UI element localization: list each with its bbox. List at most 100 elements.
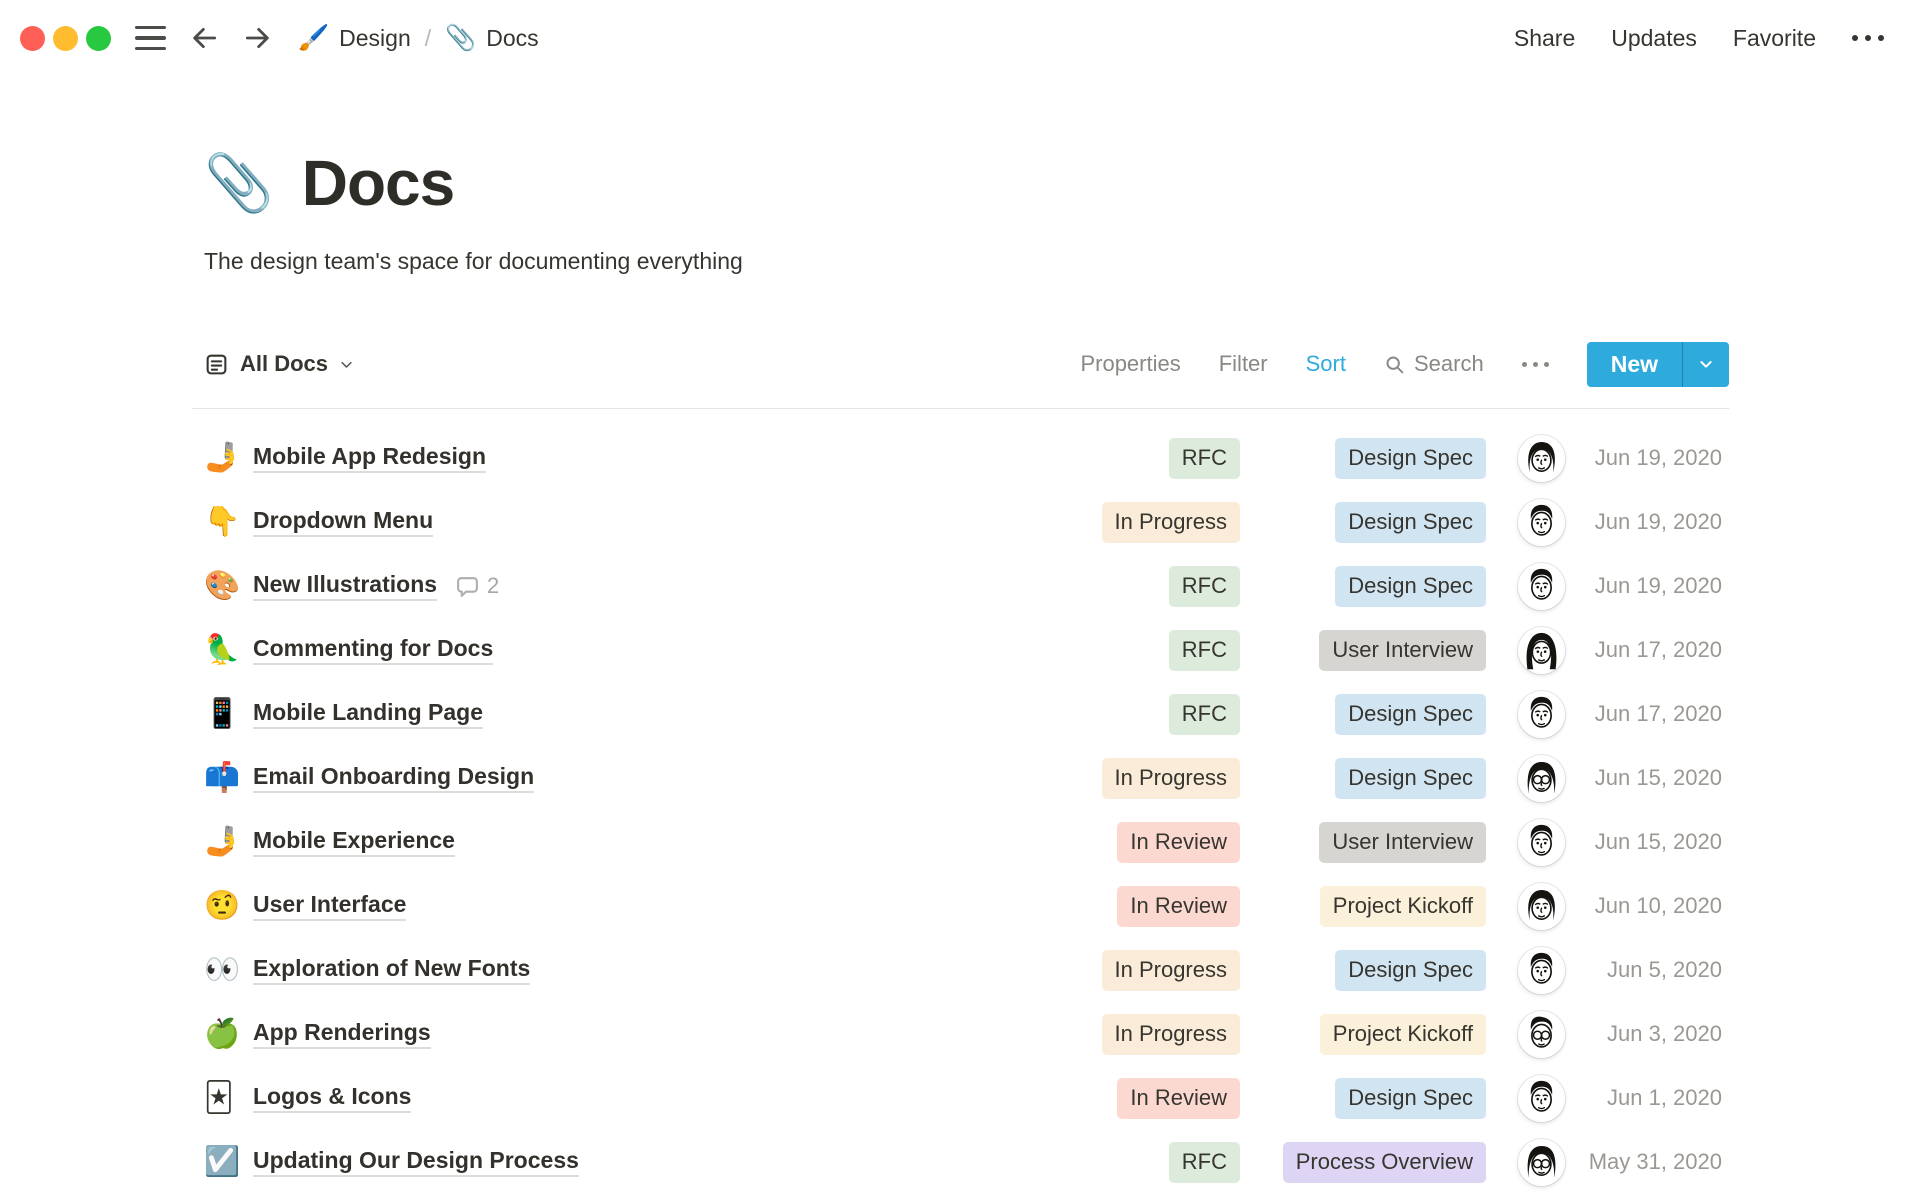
new-dropdown-button[interactable] <box>1683 342 1729 387</box>
properties-button[interactable]: Properties <box>1080 351 1180 377</box>
doc-type-cell: Design Spec <box>1267 437 1486 479</box>
doc-row[interactable]: 👀 Exploration of New Fonts In Progress D… <box>192 938 1729 1002</box>
search-button[interactable]: Search <box>1384 351 1484 377</box>
doc-title-link[interactable]: New Illustrations <box>253 571 438 601</box>
status-cell: RFC <box>1062 629 1240 671</box>
doc-type-cell: Project Kickoff <box>1267 1013 1486 1055</box>
window-topbar: 🖌️ Design / 📎 Docs Share Updates Favorit… <box>0 0 1920 76</box>
doc-type-tag: Design Spec <box>1335 501 1486 543</box>
doc-type-tag: Design Spec <box>1335 1077 1486 1119</box>
comment-count: 2 <box>487 573 500 598</box>
page-description: The design team's space for documenting … <box>204 248 743 274</box>
doc-row[interactable]: 📫 Email Onboarding Design In Progress De… <box>192 746 1729 810</box>
doc-date: Jun 19, 2020 <box>1594 445 1722 470</box>
doc-row[interactable]: 🤳 Mobile App Redesign RFC Design Spec Ju… <box>192 426 1729 490</box>
doc-row[interactable]: 🤨 User Interface In Review Project Kicko… <box>192 874 1729 938</box>
status-tag: In Progress <box>1101 501 1240 543</box>
doc-type-cell: Project Kickoff <box>1267 885 1486 927</box>
doc-row[interactable]: 🤳 Mobile Experience In Review User Inter… <box>192 810 1729 874</box>
avatar <box>1518 946 1565 994</box>
doc-row[interactable]: ☑️ Updating Our Design Process RFC Proce… <box>192 1130 1729 1194</box>
doc-title-link[interactable]: Mobile Landing Page <box>253 699 484 729</box>
doc-row[interactable]: 🍏 App Renderings In Progress Project Kic… <box>192 1002 1729 1066</box>
doc-title-link[interactable]: Mobile App Redesign <box>253 443 486 473</box>
doc-emoji-icon: ☑️ <box>204 1145 241 1178</box>
doc-type-tag: Project Kickoff <box>1319 1013 1486 1055</box>
avatar <box>1518 1138 1565 1186</box>
doc-emoji-icon: 🦜 <box>204 633 241 666</box>
favorite-button[interactable]: Favorite <box>1733 25 1816 52</box>
status-cell: RFC <box>1062 565 1240 607</box>
doc-date: Jun 10, 2020 <box>1594 893 1722 918</box>
share-button[interactable]: Share <box>1514 25 1575 52</box>
status-cell: In Review <box>1062 1077 1240 1119</box>
doc-row[interactable]: 🎨 New Illustrations 2 RFC Design Spec Ju… <box>192 554 1729 618</box>
doc-title-link[interactable]: Mobile Experience <box>253 827 455 857</box>
breadcrumb: 🖌️ Design / 📎 Docs <box>298 24 539 53</box>
doc-title-link[interactable]: Logos & Icons <box>253 1083 412 1113</box>
forward-arrow-icon[interactable] <box>242 22 274 54</box>
updates-button[interactable]: Updates <box>1611 25 1697 52</box>
doc-date: May 31, 2020 <box>1588 1149 1722 1174</box>
doc-emoji-icon: 🤳 <box>204 825 241 858</box>
status-tag: In Review <box>1117 1077 1240 1119</box>
new-button-group: New <box>1586 341 1729 387</box>
chevron-down-icon <box>339 357 354 372</box>
doc-title-link[interactable]: Commenting for Docs <box>253 635 494 665</box>
status-cell: RFC <box>1062 693 1240 735</box>
doc-emoji-icon: 🍏 <box>204 1017 241 1050</box>
status-tag: RFC <box>1168 565 1240 607</box>
sort-button[interactable]: Sort <box>1306 351 1346 377</box>
doc-row[interactable]: 🃏 Logos & Icons In Review Design Spec Ju… <box>192 1066 1729 1130</box>
doc-list: 🤳 Mobile App Redesign RFC Design Spec Ju… <box>192 409 1729 1194</box>
filter-button[interactable]: Filter <box>1219 351 1268 377</box>
close-window-button[interactable] <box>20 25 45 51</box>
doc-row[interactable]: 👇 Dropdown Menu In Progress Design Spec … <box>192 490 1729 554</box>
doc-type-cell: Design Spec <box>1267 501 1486 543</box>
back-arrow-icon[interactable] <box>188 22 220 54</box>
doc-row[interactable]: 🦜 Commenting for Docs RFC User Interview… <box>192 618 1729 682</box>
doc-type-cell: User Interview <box>1267 821 1486 863</box>
status-tag: RFC <box>1168 437 1240 479</box>
breadcrumb-section[interactable]: Design <box>339 25 411 52</box>
doc-type-tag: Design Spec <box>1335 565 1486 607</box>
minimize-window-button[interactable] <box>53 25 78 51</box>
traffic-lights <box>20 25 111 51</box>
doc-row[interactable]: 📱 Mobile Landing Page RFC Design Spec Ju… <box>192 682 1729 746</box>
comment-count-badge[interactable]: 2 <box>455 573 499 599</box>
doc-date: Jun 1, 2020 <box>1607 1085 1722 1110</box>
status-tag: In Progress <box>1101 1013 1240 1055</box>
view-switcher[interactable]: All Docs <box>204 351 354 377</box>
status-cell: In Review <box>1062 821 1240 863</box>
new-button[interactable]: New <box>1587 342 1682 387</box>
doc-emoji-icon: 👇 <box>204 505 241 538</box>
doc-title-link[interactable]: Dropdown Menu <box>253 507 434 537</box>
doc-title-link[interactable]: Exploration of New Fonts <box>253 955 531 985</box>
doc-emoji-icon: 📱 <box>204 697 241 730</box>
doc-date: Jun 15, 2020 <box>1594 765 1722 790</box>
doc-title-link[interactable]: Updating Our Design Process <box>253 1147 579 1177</box>
doc-type-cell: User Interview <box>1267 629 1486 671</box>
page-paperclip-emoji-icon[interactable]: 📎 <box>204 155 274 211</box>
status-cell: In Progress <box>1062 501 1240 543</box>
doc-type-tag: Design Spec <box>1335 693 1486 735</box>
more-menu-icon[interactable] <box>1852 35 1884 41</box>
doc-date: Jun 5, 2020 <box>1607 957 1722 982</box>
sidebar-toggle-icon[interactable] <box>135 26 166 50</box>
doc-title-link[interactable]: User Interface <box>253 891 407 921</box>
status-cell: In Progress <box>1062 949 1240 991</box>
doc-date: Jun 3, 2020 <box>1607 1021 1722 1046</box>
doc-type-tag: Design Spec <box>1335 437 1486 479</box>
doc-emoji-icon: 📫 <box>204 761 241 794</box>
doc-emoji-icon: 🎨 <box>204 569 241 602</box>
doc-title-link[interactable]: Email Onboarding Design <box>253 763 535 793</box>
toolbar-more-icon[interactable] <box>1521 361 1549 367</box>
doc-title-link[interactable]: App Renderings <box>253 1019 431 1049</box>
breadcrumb-page[interactable]: Docs <box>486 25 538 52</box>
doc-type-cell: Design Spec <box>1267 565 1486 607</box>
doc-type-tag: User Interview <box>1319 629 1486 671</box>
doc-type-cell: Design Spec <box>1267 1077 1486 1119</box>
doc-date: Jun 15, 2020 <box>1594 829 1722 854</box>
zoom-window-button[interactable] <box>86 25 111 51</box>
database-toolbar: All Docs Properties Filter Sort Search N… <box>192 341 1729 387</box>
